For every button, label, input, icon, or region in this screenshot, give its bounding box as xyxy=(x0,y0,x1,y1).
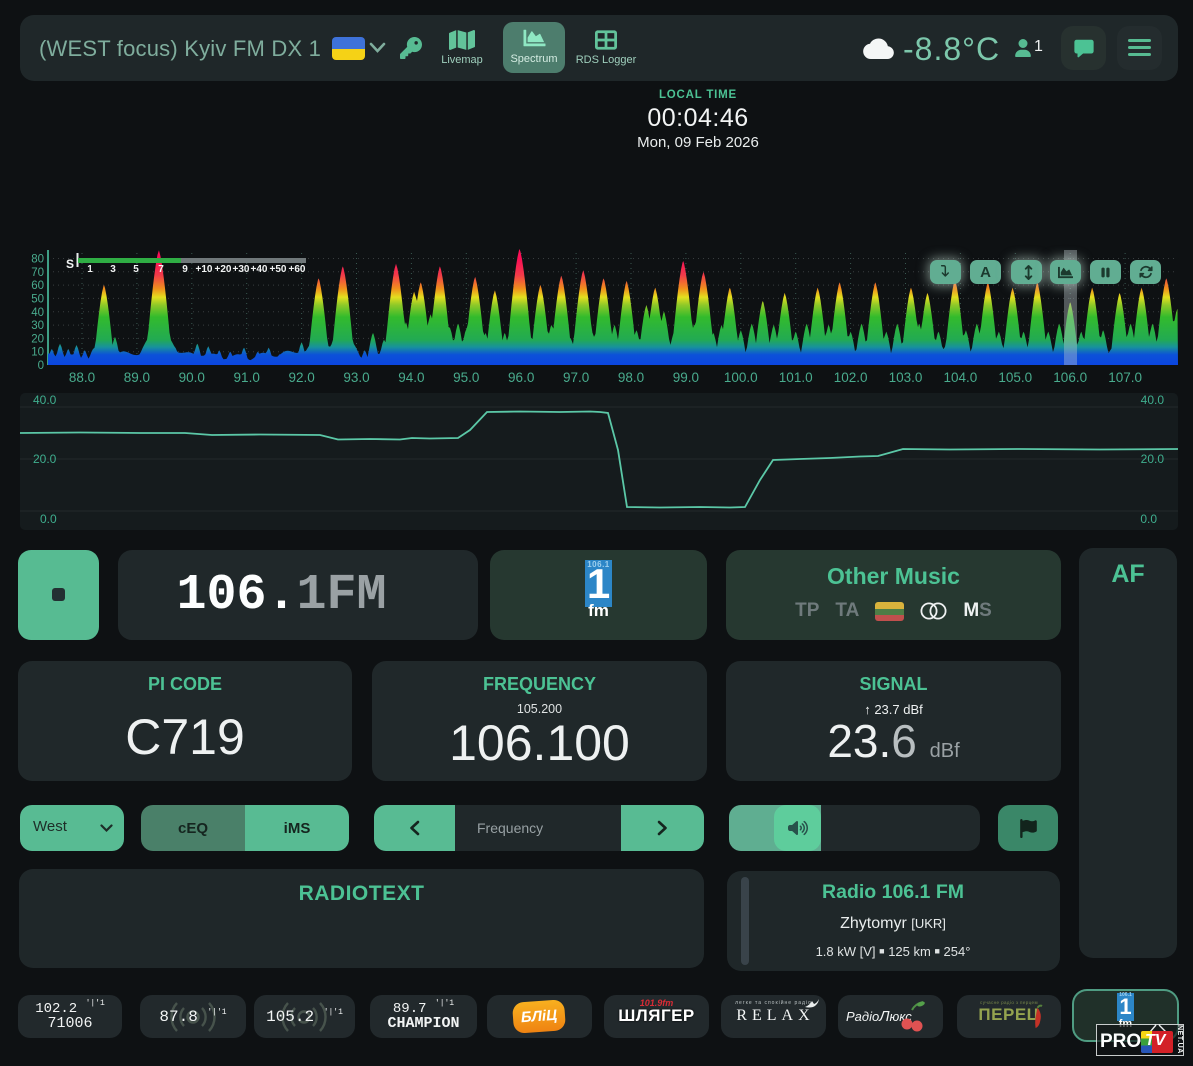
svg-text:40.0: 40.0 xyxy=(1141,393,1165,407)
svg-text:40.0: 40.0 xyxy=(33,393,57,407)
svg-text:0.0: 0.0 xyxy=(1140,512,1157,526)
svg-text:20.0: 20.0 xyxy=(1141,452,1165,466)
svg-text:20.0: 20.0 xyxy=(33,452,57,466)
svg-text:0.0: 0.0 xyxy=(40,512,57,526)
